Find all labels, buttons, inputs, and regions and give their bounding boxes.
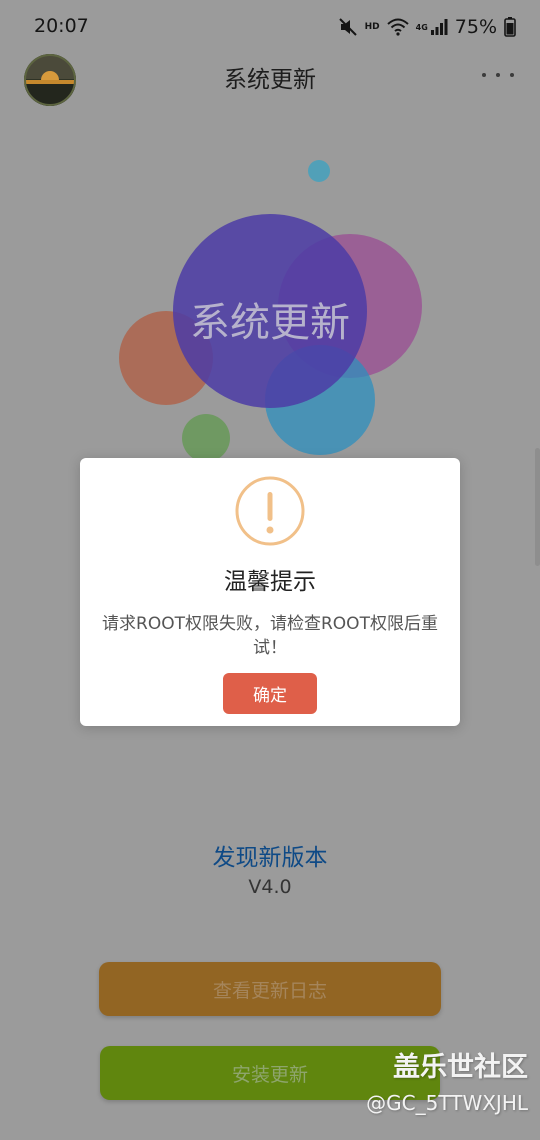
network-label: 4G bbox=[415, 22, 428, 32]
status-icons: HD 4G 75% bbox=[338, 14, 516, 40]
dialog-title: 温馨提示 bbox=[224, 569, 316, 595]
more-icon[interactable] bbox=[482, 64, 514, 86]
scroll-indicator[interactable] bbox=[535, 448, 540, 566]
watermark: 盖乐世社区 @GC_5TTWXJHL bbox=[366, 1052, 528, 1122]
version-label: V4.0 bbox=[248, 876, 292, 898]
app-bar: 系统更新 bbox=[0, 54, 540, 106]
warning-circle-icon bbox=[235, 476, 305, 546]
update-status: 发现新版本 bbox=[212, 845, 328, 871]
page-title: 系统更新 bbox=[224, 67, 316, 93]
hd-label: HD bbox=[364, 22, 380, 32]
signal-icon bbox=[430, 19, 448, 35]
status-bar: 20:07 HD 4G 75% bbox=[0, 0, 540, 54]
watermark-title: 盖乐世社区 bbox=[393, 1052, 528, 1083]
status-time: 20:07 bbox=[34, 15, 89, 37]
bubble-green bbox=[182, 414, 230, 462]
alert-dialog: 温馨提示 请求ROOT权限失败，请检查ROOT权限后重试！ 确定 bbox=[80, 458, 460, 726]
bubble-small-blue bbox=[308, 160, 330, 182]
battery-icon bbox=[504, 17, 516, 37]
battery-level: 75% bbox=[454, 16, 497, 38]
hero-text: 系统更新 bbox=[190, 300, 350, 346]
hero-illustration: 系统更新 bbox=[0, 150, 540, 470]
view-log-button[interactable]: 查看更新日志 bbox=[99, 962, 441, 1016]
watermark-handle: @GC_5TTWXJHL bbox=[366, 1091, 528, 1115]
dialog-message: 请求ROOT权限失败，请检查ROOT权限后重试！ bbox=[102, 614, 438, 658]
mute-icon bbox=[338, 18, 357, 36]
wifi-icon bbox=[386, 18, 409, 36]
confirm-button[interactable]: 确定 bbox=[223, 673, 317, 714]
